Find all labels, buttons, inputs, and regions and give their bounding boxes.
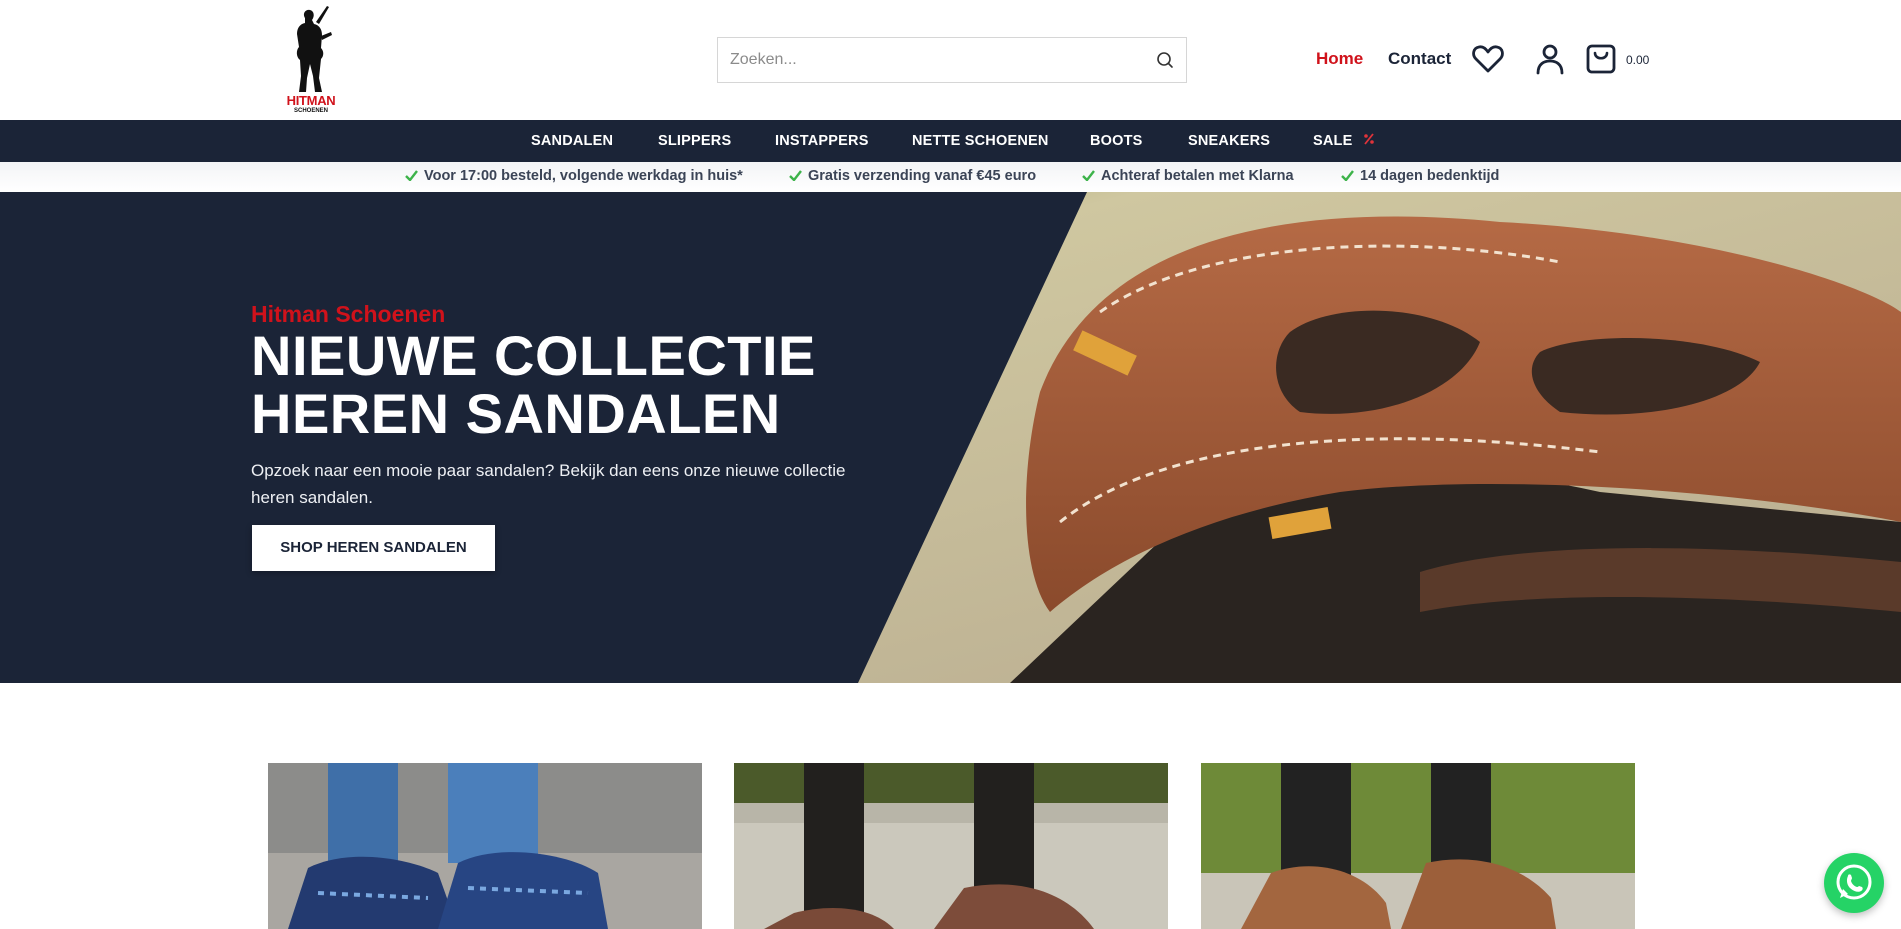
check-icon — [789, 169, 802, 185]
category-tile-nette-schoenen[interactable] — [1201, 763, 1635, 929]
site-header: HITMAN SCHOENEN Home Contact 0.00 — [0, 0, 1901, 120]
category-slippers[interactable]: SLIPPERS — [658, 133, 731, 149]
loafers-photo — [734, 763, 1168, 929]
search-input[interactable] — [718, 38, 1138, 82]
search-button[interactable] — [1154, 49, 1176, 71]
hero-description: Opzoek naar een mooie paar sandalen? Bek… — [251, 461, 846, 507]
usp-text: 14 dagen bedenktijd — [1360, 168, 1500, 184]
hero-title: NIEUWE COLLECTIE HEREN SANDALEN — [251, 327, 951, 443]
category-sandalen[interactable]: SANDALEN — [531, 133, 613, 149]
whatsapp-icon — [1836, 864, 1872, 900]
dress-shoes-photo — [1201, 763, 1635, 929]
percent-icon — [1363, 133, 1375, 149]
search-box — [717, 37, 1187, 83]
nav-contact-link[interactable]: Contact — [1388, 49, 1451, 69]
logo-tagline: SCHOENEN — [293, 108, 328, 114]
hitman-silhouette-logo — [296, 6, 332, 92]
cart-button[interactable] — [1585, 43, 1617, 80]
check-icon — [1341, 169, 1354, 185]
whatsapp-chat-button[interactable] — [1824, 853, 1884, 913]
hero-title-line-1: NIEUWE COLLECTIE — [251, 324, 816, 387]
check-icon — [405, 169, 418, 185]
search-icon — [1157, 52, 1173, 68]
category-tile-instappers[interactable] — [734, 763, 1168, 929]
account-button[interactable] — [1535, 43, 1565, 80]
hero-banner: Hitman Schoenen NIEUWE COLLECTIE HEREN S… — [0, 192, 1901, 683]
usp-item: Voor 17:00 besteld, volgende werkdag in … — [405, 168, 743, 185]
nav-home-link[interactable]: Home — [1316, 49, 1363, 69]
shop-sandals-button[interactable]: SHOP HEREN SANDALEN — [252, 525, 495, 571]
usp-item: Gratis verzending vanaf €45 euro — [789, 168, 1036, 185]
hero-title-line-2: HEREN SANDALEN — [251, 382, 781, 445]
usp-text: Voor 17:00 besteld, volgende werkdag in … — [424, 168, 743, 184]
cart-total: 0.00 — [1626, 53, 1650, 67]
category-sneakers[interactable]: SNEAKERS — [1188, 133, 1270, 149]
usp-text: Achteraf betalen met Klarna — [1101, 168, 1294, 184]
check-icon — [1082, 169, 1095, 185]
category-boots[interactable]: BOOTS — [1090, 133, 1143, 149]
sneakers-photo — [268, 763, 702, 929]
category-sale-label: SALE — [1313, 133, 1353, 149]
logo-wordmark: HITMAN — [286, 93, 336, 108]
usp-bar: Voor 17:00 besteld, volgende werkdag in … — [0, 162, 1901, 192]
wishlist-button[interactable] — [1472, 44, 1504, 79]
category-instappers[interactable]: INSTAPPERS — [775, 133, 869, 149]
usp-item: Achteraf betalen met Klarna — [1082, 168, 1294, 185]
category-sale[interactable]: SALE — [1313, 133, 1375, 149]
usp-item: 14 dagen bedenktijd — [1341, 168, 1499, 185]
category-nav: SANDALEN SLIPPERS INSTAPPERS NETTE SCHOE… — [0, 120, 1901, 162]
usp-text: Gratis verzending vanaf €45 euro — [808, 168, 1037, 184]
brand-logo[interactable]: HITMAN SCHOENEN — [275, 4, 345, 116]
heart-icon — [1472, 45, 1504, 73]
user-icon — [1536, 44, 1564, 75]
category-nette-schoenen[interactable]: NETTE SCHOENEN — [912, 133, 1049, 149]
category-tile-sneakers[interactable] — [268, 763, 702, 929]
shopping-bag-icon — [1586, 44, 1616, 74]
